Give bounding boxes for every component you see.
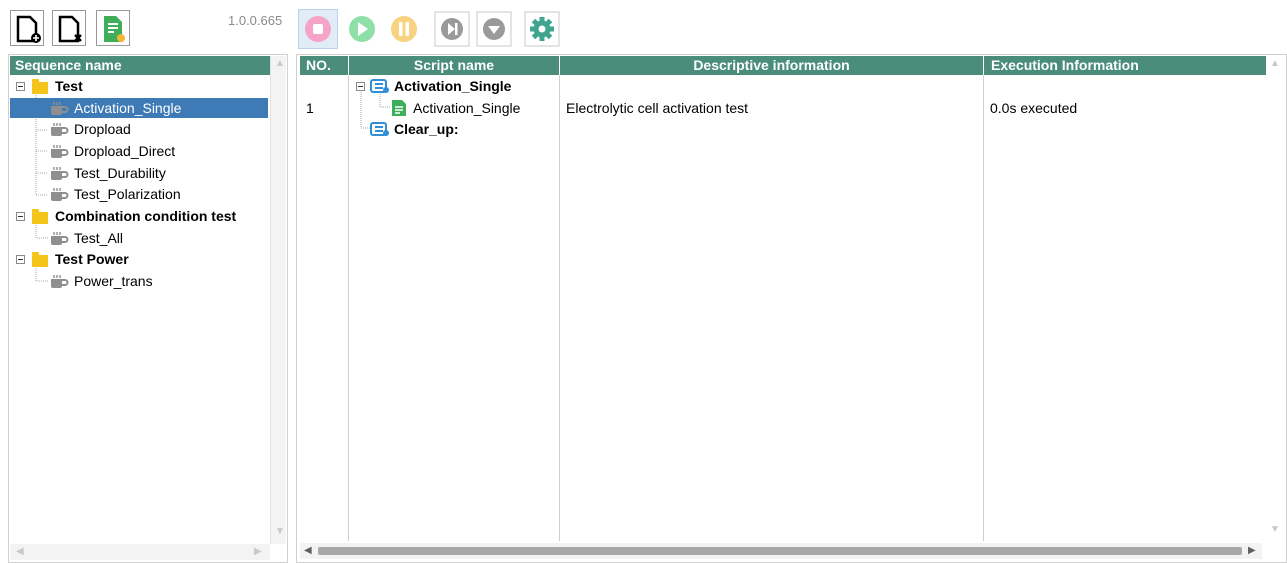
sequence-item-icon: [51, 167, 69, 180]
dropdown-icon: [476, 11, 512, 47]
script-group-activation-single[interactable]: Activation_Single: [349, 76, 559, 96]
script-row-no: 1: [306, 100, 314, 116]
column-divider: [348, 75, 349, 541]
stop-button[interactable]: [298, 9, 338, 49]
tree-item-power-trans[interactable]: Power_trans: [10, 271, 268, 291]
settings-icon: [524, 11, 560, 47]
folder-icon: [32, 252, 48, 267]
next-step-button[interactable]: [432, 9, 472, 49]
tree-item-label: Dropload: [74, 121, 131, 137]
folder-icon: [32, 209, 48, 224]
script-row-execution: 0.0s executed: [990, 100, 1078, 116]
scroll-left-icon[interactable]: ◀: [16, 546, 24, 557]
tree-item-activation-single[interactable]: Activation_Single: [10, 98, 268, 118]
tree-item-label: Dropload_Direct: [74, 143, 176, 159]
dropdown-button[interactable]: [474, 9, 514, 49]
column-header-script-name[interactable]: Script name: [349, 56, 559, 75]
script-group-label: Activation_Single: [394, 78, 512, 94]
sequence-item-icon: [51, 232, 69, 245]
tree-group-test-power[interactable]: Test Power: [10, 249, 268, 269]
script-group-icon: [370, 79, 389, 93]
tree-item-label: Test_All: [74, 230, 124, 246]
sequence-item-icon: [51, 123, 69, 136]
tree-group-combination[interactable]: Combination condition test: [10, 206, 268, 226]
settings-button[interactable]: [522, 9, 562, 49]
tree-item-label: Test_Durability: [74, 165, 166, 181]
play-icon: [349, 16, 375, 42]
script-row[interactable]: 1 Activation_Single Electrolytic cell ac…: [300, 98, 1266, 118]
column-header-descriptive-info[interactable]: Descriptive information: [560, 56, 983, 75]
sequence-item-icon: [51, 102, 69, 115]
pause-icon: [391, 16, 417, 42]
stop-icon: [305, 16, 331, 42]
script-row-name: Activation_Single: [413, 100, 521, 116]
column-header-execution-info[interactable]: Execution Information: [984, 56, 1266, 75]
sequence-item-icon: [51, 275, 69, 288]
tree-item-test-durability[interactable]: Test_Durability: [10, 163, 268, 183]
tree-item-test-polarization[interactable]: Test_Polarization: [10, 184, 268, 204]
tree-group-label: Test Power: [55, 251, 129, 267]
script-group-icon: [370, 122, 389, 136]
script-file-icon: [392, 100, 406, 116]
folder-icon: [32, 79, 48, 94]
scroll-right-icon[interactable]: ▶: [1248, 545, 1256, 556]
tree-item-label: Test_Polarization: [74, 186, 181, 202]
column-header-no[interactable]: NO.: [300, 56, 348, 75]
collapse-icon[interactable]: [16, 82, 25, 91]
script-group-label: Clear_up:: [394, 121, 459, 137]
tree-item-dropload-direct[interactable]: Dropload_Direct: [10, 141, 268, 161]
script-row-description: Electrolytic cell activation test: [566, 100, 749, 116]
scroll-right-icon[interactable]: ▶: [254, 546, 262, 557]
collapse-icon[interactable]: [16, 255, 25, 264]
scrollbar-thumb[interactable]: [318, 547, 1242, 555]
column-divider: [983, 75, 984, 541]
run-button[interactable]: [342, 9, 382, 49]
script-vertical-scrollbar[interactable]: ▲ ▼: [1266, 56, 1284, 540]
tree-item-dropload[interactable]: Dropload: [10, 119, 268, 139]
scroll-down-icon[interactable]: ▼: [275, 526, 285, 537]
tree-group-test[interactable]: Test: [10, 76, 268, 96]
scroll-down-icon[interactable]: ▼: [1270, 524, 1280, 535]
pause-button[interactable]: [384, 9, 424, 49]
scroll-left-icon[interactable]: ◀: [304, 545, 312, 556]
tree-group-label: Test: [55, 78, 83, 94]
tree-item-label: Activation_Single: [74, 100, 182, 116]
tree-item-label: Power_trans: [74, 273, 153, 289]
sequence-item-icon: [51, 145, 69, 158]
next-step-icon: [434, 11, 470, 47]
sequence-item-icon: [51, 188, 69, 201]
collapse-icon[interactable]: [356, 82, 365, 91]
tree-group-label: Combination condition test: [55, 208, 237, 224]
column-divider: [559, 75, 560, 541]
tree-item-test-all[interactable]: Test_All: [10, 228, 268, 248]
sequence-horizontal-scrollbar[interactable]: ◀ ▶: [10, 544, 270, 560]
scroll-up-icon[interactable]: ▲: [1270, 58, 1280, 69]
script-group-clear-up[interactable]: Clear_up:: [349, 119, 559, 139]
collapse-icon[interactable]: [16, 212, 25, 221]
